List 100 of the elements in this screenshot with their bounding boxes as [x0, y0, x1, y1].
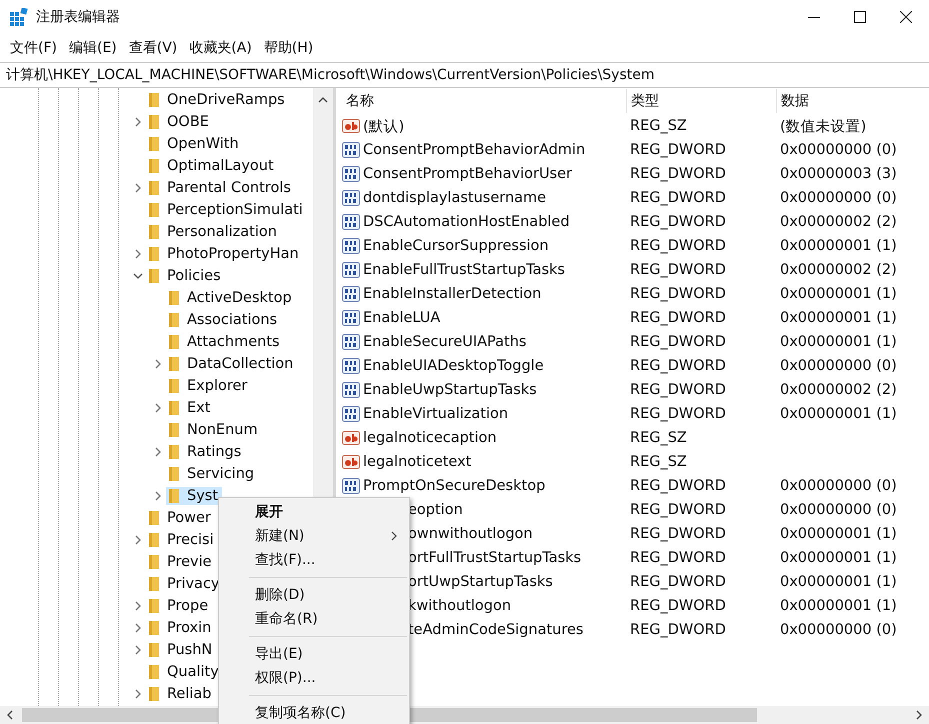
tree-item[interactable]: Reliab	[167, 686, 212, 702]
tree-item[interactable]: Proxin	[167, 620, 212, 636]
menu-item[interactable]: 查看(V)	[122, 37, 184, 59]
binary-value-icon	[342, 190, 360, 206]
tree-item[interactable]: Personalization	[167, 224, 277, 240]
tree-item[interactable]: ActiveDesktop	[187, 290, 292, 306]
folder-icon	[168, 312, 180, 328]
folder-icon	[148, 642, 160, 658]
menu-item[interactable]: 收藏夹(A)	[183, 37, 258, 59]
menu-item[interactable]: 删除(D)	[219, 583, 409, 607]
value-data: 0x00000002 (2)	[780, 214, 897, 230]
value-name: ConsentPromptBehaviorAdmin	[363, 142, 586, 158]
column-header[interactable]: 数据	[777, 89, 921, 113]
folder-icon	[148, 246, 160, 262]
menu-item[interactable]: 导出(E)	[219, 642, 409, 666]
expand-icon[interactable]	[153, 491, 163, 501]
folder-icon	[168, 466, 180, 482]
binary-value-icon	[342, 358, 360, 374]
scroll-up-icon[interactable]	[318, 96, 328, 104]
tree-item[interactable]: PhotoPropertyHan	[167, 246, 299, 262]
tree-item[interactable]: OOBE	[167, 114, 209, 130]
value-name: EnableLUA	[363, 310, 440, 326]
tree-item[interactable]: Prope	[167, 598, 208, 614]
tree-item[interactable]: Attachments	[187, 334, 280, 350]
tree-item[interactable]: OptimalLayout	[167, 158, 274, 174]
value-type: REG_DWORD	[630, 622, 727, 638]
tree-item[interactable]: Quality	[167, 664, 219, 680]
menu-item[interactable]: 帮助(H)	[258, 37, 320, 59]
folder-icon	[148, 136, 160, 152]
expand-icon[interactable]	[133, 117, 143, 127]
tree-item[interactable]: PerceptionSimulati	[167, 202, 303, 218]
tree-item[interactable]: Parental Controls	[167, 180, 291, 196]
value-type: REG_DWORD	[630, 166, 727, 182]
expand-icon[interactable]	[133, 249, 143, 259]
folder-icon	[148, 114, 160, 130]
tree-item[interactable]: OpenWith	[167, 136, 239, 152]
value-type: REG_DWORD	[630, 478, 727, 494]
maximize-icon	[854, 11, 866, 23]
menu-item[interactable]: 重命名(R)	[219, 607, 409, 631]
address-field[interactable]: 计算机\HKEY_LOCAL_MACHINE\SOFTWARE\Microsoft\Windows\CurrentVersion\Policies\System	[0, 62, 929, 88]
tree-item[interactable]: DataCollection	[187, 356, 294, 372]
binary-value-icon	[342, 406, 360, 422]
menu-item[interactable]: 展开	[219, 500, 409, 524]
tree-item[interactable]: Precisi	[167, 532, 214, 548]
value-type: REG_DWORD	[630, 574, 727, 590]
scroll-right-icon[interactable]	[915, 710, 923, 720]
value-type: REG_DWORD	[630, 310, 727, 326]
value-type: REG_DWORD	[630, 502, 727, 518]
tree-item[interactable]: Ratings	[187, 444, 242, 460]
expand-icon[interactable]	[133, 601, 143, 611]
column-header[interactable]: 名称	[342, 89, 627, 113]
tree-item[interactable]: NonEnum	[187, 422, 258, 438]
value-type: REG_DWORD	[630, 550, 727, 566]
folder-icon	[148, 268, 160, 284]
column-header[interactable]: 类型	[627, 89, 777, 113]
tree-item[interactable]: Ext	[187, 400, 210, 416]
binary-value-icon	[342, 334, 360, 350]
expand-icon[interactable]	[133, 645, 143, 655]
folder-icon	[148, 158, 160, 174]
expand-icon[interactable]	[133, 623, 143, 633]
expand-icon[interactable]	[153, 359, 163, 369]
close-icon	[900, 11, 912, 23]
value-name: EnableCursorSuppression	[363, 238, 549, 254]
binary-value-icon	[342, 310, 360, 326]
tree-item[interactable]: OneDriveRamps	[167, 92, 285, 108]
expand-icon[interactable]	[133, 689, 143, 699]
tree-item[interactable]: Power	[167, 510, 211, 526]
tree-item[interactable]: Privacy	[167, 576, 220, 592]
folder-icon	[148, 576, 160, 592]
value-name: kwithoutlogon	[408, 598, 512, 614]
menu-item[interactable]: 新建(N)	[219, 524, 409, 548]
menu-item[interactable]: 权限(P)...	[219, 666, 409, 690]
tree-item[interactable]: PushN	[167, 642, 212, 658]
value-name: EnableUwpStartupTasks	[363, 382, 537, 398]
value-name: EnableInstallerDetection	[363, 286, 542, 302]
tree-item[interactable]: Explorer	[187, 378, 248, 394]
folder-icon	[148, 532, 160, 548]
collapse-icon[interactable]	[133, 271, 143, 281]
binary-value-icon	[342, 382, 360, 398]
expand-icon[interactable]	[153, 447, 163, 457]
value-name: DSCAutomationHostEnabled	[363, 214, 570, 230]
value-name: dontdisplaylastusername	[363, 190, 546, 206]
string-value-icon	[342, 118, 360, 134]
tree-item[interactable]: Previe	[167, 554, 212, 570]
tree-item[interactable]: Associations	[187, 312, 278, 328]
menu-item[interactable]: 查找(F)...	[219, 548, 409, 572]
scroll-left-icon[interactable]	[6, 710, 14, 720]
tree-item[interactable]: Policies	[167, 268, 221, 284]
tree-item[interactable]: Servicing	[187, 466, 254, 482]
value-data: 0x00000001 (1)	[780, 310, 897, 326]
binary-value-icon	[342, 262, 360, 278]
menu-item[interactable]: 复制项名称(C)	[219, 701, 409, 724]
menu-item[interactable]: 文件(F)	[4, 37, 63, 59]
value-name: ortFullTrustStartupTasks	[408, 550, 582, 566]
menu-item[interactable]: 编辑(E)	[62, 37, 123, 59]
expand-icon[interactable]	[133, 183, 143, 193]
expand-icon[interactable]	[133, 535, 143, 545]
value-name: EnableVirtualization	[363, 406, 508, 422]
expand-icon[interactable]	[153, 403, 163, 413]
value-type: REG_DWORD	[630, 142, 727, 158]
